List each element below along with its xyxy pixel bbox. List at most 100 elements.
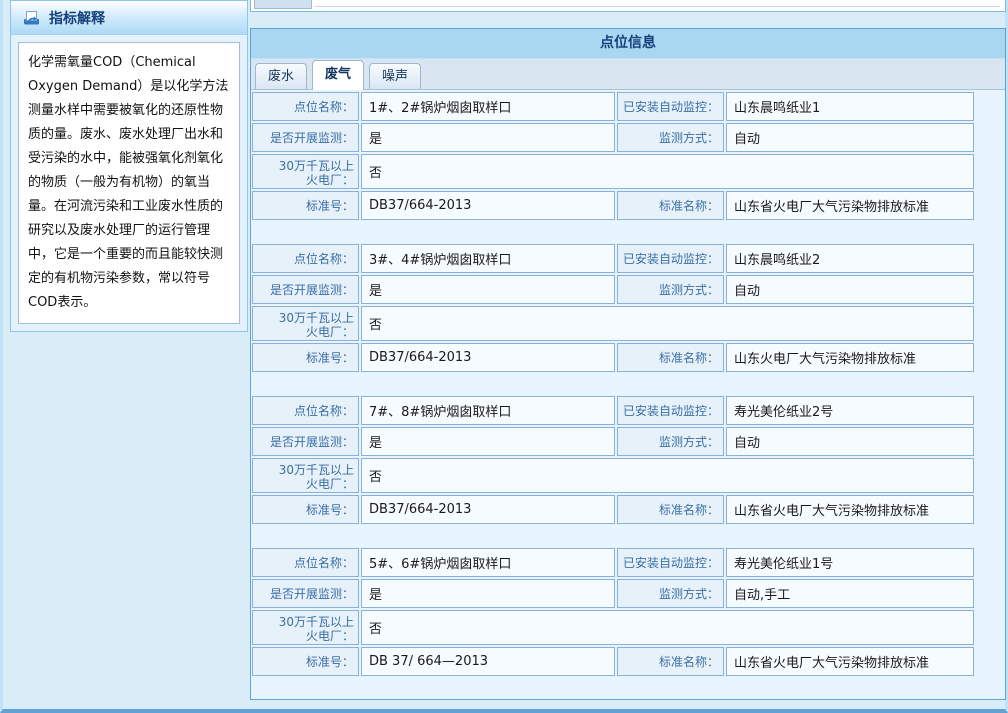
method-label: 监测方式： <box>617 427 724 456</box>
power-plant-value: 否 <box>361 610 974 645</box>
divider-line <box>314 0 1000 7</box>
top-panel-sliver <box>250 0 1006 12</box>
tabstrip: 废水 废气 噪声 <box>251 59 1005 90</box>
point-info-table: 点位名称： 1#、2#锅炉烟囱取样口 已安装自动监控： 山东晨鸣纸业1 是否开展… <box>252 92 974 222</box>
tab-noise[interactable]: 噪声 <box>369 63 421 89</box>
power-plant-label-line1: 30万千瓦以上 <box>279 615 354 629</box>
power-plant-label-line2: 火电厂： <box>279 477 354 491</box>
point-info-table: 点位名称： 5#、6#锅炉烟囱取样口 已安装自动监控： 寿光美伦纸业1号 是否开… <box>252 548 974 678</box>
standard-name-value: 山东省火电厂大气污染物排放标准 <box>726 191 974 220</box>
standard-name-label: 标准名称： <box>617 343 724 372</box>
monitoring-label: 是否开展监测： <box>252 579 359 608</box>
auto-monitor-label: 已安装自动监控： <box>617 92 724 121</box>
monitoring-label: 是否开展监测： <box>252 427 359 456</box>
method-label: 监测方式： <box>617 123 724 152</box>
table-row: 30万千瓦以上火电厂： 否 <box>252 610 974 645</box>
tab-wastewater[interactable]: 废水 <box>255 63 307 89</box>
standard-no-value: DB37/664-2013 <box>361 191 615 220</box>
table-row: 点位名称： 3#、4#锅炉烟囱取样口 已安装自动监控： 山东晨鸣纸业2 <box>252 244 974 273</box>
point-name-value: 1#、2#锅炉烟囱取样口 <box>361 92 615 121</box>
method-label: 监测方式： <box>617 579 724 608</box>
tab-stub[interactable] <box>254 0 312 9</box>
power-plant-label-line2: 火电厂： <box>279 173 354 187</box>
table-row: 是否开展监测： 是 监测方式： 自动,手工 <box>252 579 974 608</box>
point-name-label: 点位名称： <box>252 92 359 121</box>
table-row: 是否开展监测： 是 监测方式： 自动 <box>252 123 974 152</box>
point-name-label: 点位名称： <box>252 548 359 577</box>
method-value: 自动 <box>726 123 974 152</box>
indicator-explain-text: 化学需氧量COD（Chemical Oxygen Demand）是以化学方法测量… <box>18 42 240 324</box>
power-plant-label-line1: 30万千瓦以上 <box>279 311 354 325</box>
tab-waste-gas[interactable]: 废气 <box>312 60 364 90</box>
auto-monitor-label: 已安装自动监控： <box>617 244 724 273</box>
point-name-value: 5#、6#锅炉烟囱取样口 <box>361 548 615 577</box>
standard-name-value: 山东火电厂大气污染物排放标准 <box>726 343 974 372</box>
point-name-value: 3#、4#锅炉烟囱取样口 <box>361 244 615 273</box>
power-plant-label: 30万千瓦以上火电厂： <box>252 154 359 189</box>
table-row: 标准号： DB37/664-2013 标准名称： 山东火电厂大气污染物排放标准 <box>252 343 974 372</box>
point-name-value: 7#、8#锅炉烟囱取样口 <box>361 396 615 425</box>
table-row: 标准号： DB 37/ 664—2013 标准名称： 山东省火电厂大气污染物排放… <box>252 647 974 676</box>
power-plant-label: 30万千瓦以上火电厂： <box>252 306 359 341</box>
point-name-label: 点位名称： <box>252 396 359 425</box>
method-value: 自动 <box>726 275 974 304</box>
table-row: 标准号： DB37/664-2013 标准名称： 山东省火电厂大气污染物排放标准 <box>252 495 974 524</box>
point-info-table: 点位名称： 7#、8#锅炉烟囱取样口 已安装自动监控： 寿光美伦纸业2号 是否开… <box>252 396 974 526</box>
standard-no-value: DB37/664-2013 <box>361 495 615 524</box>
power-plant-label-line2: 火电厂： <box>279 325 354 339</box>
table-row: 30万千瓦以上火电厂： 否 <box>252 306 974 341</box>
indicator-explain-title: 指标解释 <box>49 8 105 28</box>
table-row: 30万千瓦以上火电厂： 否 <box>252 154 974 189</box>
power-plant-label-line1: 30万千瓦以上 <box>279 159 354 173</box>
auto-monitor-value: 寿光美伦纸业1号 <box>726 548 974 577</box>
power-plant-value: 否 <box>361 458 974 493</box>
monitoring-value: 是 <box>361 123 615 152</box>
standard-no-label: 标准号： <box>252 343 359 372</box>
indicator-explain-header: 指标解释 <box>11 1 247 35</box>
power-plant-label-line1: 30万千瓦以上 <box>279 463 354 477</box>
monitoring-label: 是否开展监测： <box>252 123 359 152</box>
monitoring-label: 是否开展监测： <box>252 275 359 304</box>
table-row: 是否开展监测： 是 监测方式： 自动 <box>252 275 974 304</box>
standard-no-label: 标准号： <box>252 647 359 676</box>
standard-name-label: 标准名称： <box>617 495 724 524</box>
standard-no-label: 标准号： <box>252 495 359 524</box>
monitoring-value: 是 <box>361 275 615 304</box>
auto-monitor-label: 已安装自动监控： <box>617 548 724 577</box>
table-row: 点位名称： 5#、6#锅炉烟囱取样口 已安装自动监控： 寿光美伦纸业1号 <box>252 548 974 577</box>
power-plant-value: 否 <box>361 154 974 189</box>
point-name-label: 点位名称： <box>252 244 359 273</box>
table-row: 标准号： DB37/664-2013 标准名称： 山东省火电厂大气污染物排放标准 <box>252 191 974 220</box>
auto-monitor-value: 山东晨鸣纸业2 <box>726 244 974 273</box>
indicator-explain-panel: 指标解释 化学需氧量COD（Chemical Oxygen Demand）是以化… <box>10 0 248 332</box>
table-row: 是否开展监测： 是 监测方式： 自动 <box>252 427 974 456</box>
table-row: 30万千瓦以上火电厂： 否 <box>252 458 974 493</box>
panel-title: 点位信息 <box>251 29 1005 59</box>
standard-name-label: 标准名称： <box>617 647 724 676</box>
standard-no-value: DB37/664-2013 <box>361 343 615 372</box>
auto-monitor-value: 山东晨鸣纸业1 <box>726 92 974 121</box>
point-info-panel: 点位信息 废水 废气 噪声 点位名称： 1#、2#锅炉烟囱取样口 已安装自动监控… <box>250 28 1006 700</box>
standard-name-value: 山东省火电厂大气污染物排放标准 <box>726 647 974 676</box>
monitoring-value: 是 <box>361 427 615 456</box>
power-plant-value: 否 <box>361 306 974 341</box>
table-row: 点位名称： 7#、8#锅炉烟囱取样口 已安装自动监控： 寿光美伦纸业2号 <box>252 396 974 425</box>
monitoring-value: 是 <box>361 579 615 608</box>
auto-monitor-label: 已安装自动监控： <box>617 396 724 425</box>
standard-name-label: 标准名称： <box>617 191 724 220</box>
tab-content: 点位名称： 1#、2#锅炉烟囱取样口 已安装自动监控： 山东晨鸣纸业1 是否开展… <box>251 90 1005 699</box>
table-row: 点位名称： 1#、2#锅炉烟囱取样口 已安装自动监控： 山东晨鸣纸业1 <box>252 92 974 121</box>
method-value: 自动 <box>726 427 974 456</box>
power-plant-label-line2: 火电厂： <box>279 629 354 643</box>
method-value: 自动,手工 <box>726 579 974 608</box>
standard-no-value: DB 37/ 664—2013 <box>361 647 615 676</box>
standard-name-value: 山东省火电厂大气污染物排放标准 <box>726 495 974 524</box>
method-label: 监测方式： <box>617 275 724 304</box>
power-plant-label: 30万千瓦以上火电厂： <box>252 458 359 493</box>
standard-no-label: 标准号： <box>252 191 359 220</box>
document-arrow-icon <box>23 10 41 26</box>
power-plant-label: 30万千瓦以上火电厂： <box>252 610 359 645</box>
point-info-table: 点位名称： 3#、4#锅炉烟囱取样口 已安装自动监控： 山东晨鸣纸业2 是否开展… <box>252 244 974 374</box>
page: 指标解释 化学需氧量COD（Chemical Oxygen Demand）是以化… <box>0 0 1008 713</box>
auto-monitor-value: 寿光美伦纸业2号 <box>726 396 974 425</box>
